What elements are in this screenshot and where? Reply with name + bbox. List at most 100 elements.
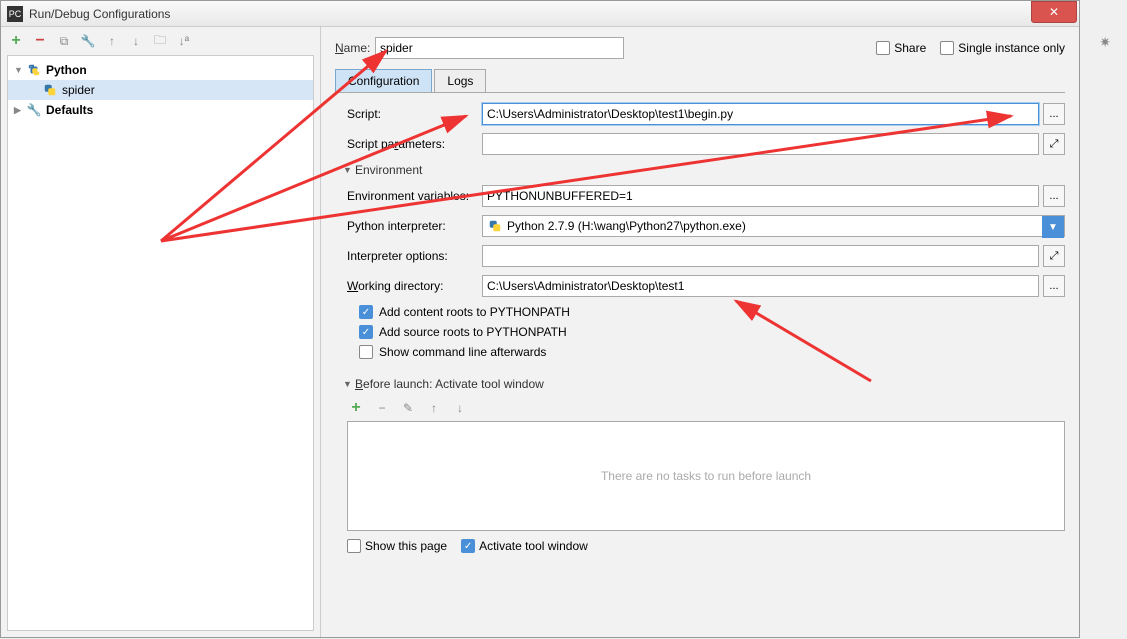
tree-label: spider	[62, 83, 95, 97]
script-row: Script: ...	[347, 103, 1065, 125]
copy-config-button[interactable]: ⧉	[55, 32, 73, 50]
show-cmdline-checkbox[interactable]: Show command line afterwards	[359, 345, 1065, 359]
window-title: Run/Debug Configurations	[29, 7, 1031, 21]
python-icon	[487, 218, 503, 234]
name-row: Name: Share Single instance only	[335, 37, 1065, 59]
activate-tool-label: Activate tool window	[479, 539, 588, 553]
environment-label: Environment	[355, 163, 422, 177]
single-instance-label: Single instance only	[958, 41, 1065, 55]
envvars-row: Environment variables: ...	[347, 185, 1065, 207]
settings-button[interactable]: 🔧	[79, 32, 97, 50]
add-config-button[interactable]: +	[7, 32, 25, 50]
wrench-icon: 🔧	[26, 102, 42, 118]
edit-task-button[interactable]: ✎	[399, 399, 417, 417]
content-roots-checkbox[interactable]: ✓ Add content roots to PYTHONPATH	[359, 305, 1065, 319]
tasks-list: There are no tasks to run before launch	[347, 421, 1065, 531]
share-checkbox[interactable]: Share	[876, 41, 926, 55]
close-icon: ✕	[1049, 5, 1059, 19]
show-cmdline-label: Show command line afterwards	[379, 345, 546, 359]
activate-tool-checkbox[interactable]: ✓ Activate tool window	[461, 539, 588, 553]
app-icon: PC	[7, 6, 23, 22]
interpreter-label: Python interpreter:	[347, 219, 482, 233]
expand-params-button[interactable]: ⤢	[1043, 133, 1065, 155]
checkbox-icon: ✓	[359, 305, 373, 319]
python-icon	[42, 82, 58, 98]
sidebar-toolbar: + − ⧉ 🔧 ↑ ↓ 🗀 ↓ª	[1, 27, 320, 55]
script-input[interactable]	[482, 103, 1039, 125]
collapse-icon: ▼	[343, 165, 355, 175]
remove-config-button[interactable]: −	[31, 32, 49, 50]
tree-node-python[interactable]: ▼ Python	[8, 60, 313, 80]
envvars-input[interactable]	[482, 185, 1039, 207]
interpreter-select[interactable]: Python 2.7.9 (H:\wang\Python27\python.ex…	[482, 215, 1065, 237]
tree-label: Defaults	[46, 103, 93, 117]
browse-workdir-button[interactable]: ...	[1043, 275, 1065, 297]
config-tree: ▼ Python spider ▶ 🔧 Defaults	[7, 55, 314, 631]
script-label: Script:	[347, 107, 482, 121]
footer: Show this page ✓ Activate tool window	[335, 531, 1065, 561]
main-panel: Name: Share Single instance only Configu…	[321, 27, 1079, 637]
checkbox-icon	[940, 41, 954, 55]
workdir-input[interactable]	[482, 275, 1039, 297]
interp-options-row: Interpreter options: ⤢	[347, 245, 1065, 267]
source-roots-label: Add source roots to PYTHONPATH	[379, 325, 567, 339]
dialog-window: PC Run/Debug Configurations ✕ + − ⧉ 🔧 ↑ …	[0, 0, 1080, 638]
workdir-label: Working directory:	[347, 279, 482, 293]
script-params-row: Script parameters: ⤢	[347, 133, 1065, 155]
remove-task-button[interactable]: −	[373, 399, 391, 417]
python-icon	[26, 62, 42, 78]
workdir-row: Working directory: ...	[347, 275, 1065, 297]
tree-label: Python	[46, 63, 87, 77]
checkbox-icon: ✓	[461, 539, 475, 553]
sidebar: + − ⧉ 🔧 ↑ ↓ 🗀 ↓ª ▼ Python spider	[1, 27, 321, 637]
single-instance-checkbox[interactable]: Single instance only	[940, 41, 1065, 55]
show-page-label: Show this page	[365, 539, 447, 553]
content-roots-label: Add content roots to PYTHONPATH	[379, 305, 570, 319]
checkbox-icon	[359, 345, 373, 359]
name-label: Name:	[335, 41, 375, 55]
titlebar: PC Run/Debug Configurations ✕	[1, 1, 1079, 27]
tab-configuration[interactable]: Configuration	[335, 69, 432, 92]
interpreter-row: Python interpreter: Python 2.7.9 (H:\wan…	[347, 215, 1065, 237]
config-tabs: Configuration Logs	[335, 69, 1065, 93]
ide-settings-icon[interactable]: ✷	[1099, 34, 1111, 51]
task-up-button[interactable]: ↑	[425, 399, 443, 417]
task-down-button[interactable]: ↓	[451, 399, 469, 417]
environment-section-header[interactable]: ▼ Environment	[343, 163, 1065, 177]
expand-icon: ▼	[14, 65, 26, 75]
folder-button[interactable]: 🗀	[151, 32, 169, 50]
close-button[interactable]: ✕	[1031, 1, 1077, 23]
collapse-icon: ▼	[343, 379, 355, 389]
dialog-body: + − ⧉ 🔧 ↑ ↓ 🗀 ↓ª ▼ Python spider	[1, 27, 1079, 637]
script-params-label: Script parameters:	[347, 137, 482, 151]
tree-node-spider[interactable]: spider	[8, 80, 313, 100]
tasks-toolbar: + − ✎ ↑ ↓	[347, 399, 1065, 417]
checkbox-icon: ✓	[359, 325, 373, 339]
envvars-label: Environment variables:	[347, 189, 482, 203]
source-roots-checkbox[interactable]: ✓ Add source roots to PYTHONPATH	[359, 325, 1065, 339]
browse-envvars-button[interactable]: ...	[1043, 185, 1065, 207]
name-input[interactable]	[375, 37, 624, 59]
interp-options-label: Interpreter options:	[347, 249, 482, 263]
browse-script-button[interactable]: ...	[1043, 103, 1065, 125]
tab-logs[interactable]: Logs	[434, 69, 486, 92]
before-launch-header[interactable]: ▼ Before launch: Activate tool window	[343, 377, 1065, 391]
before-launch-label: Before launch: Activate tool window	[355, 377, 544, 391]
expand-interp-options-button[interactable]: ⤢	[1043, 245, 1065, 267]
add-task-button[interactable]: +	[347, 399, 365, 417]
tree-node-defaults[interactable]: ▶ 🔧 Defaults	[8, 100, 313, 120]
sort-button[interactable]: ↓ª	[175, 32, 193, 50]
interp-options-input[interactable]	[482, 245, 1039, 267]
script-params-input[interactable]	[482, 133, 1039, 155]
checkbox-icon	[347, 539, 361, 553]
move-down-button[interactable]: ↓	[127, 32, 145, 50]
show-page-checkbox[interactable]: Show this page	[347, 539, 447, 553]
form-area: Script: ... Script parameters: ⤢ ▼ Envir…	[335, 103, 1065, 531]
dropdown-icon: ▼	[1042, 216, 1064, 238]
checkbox-icon	[876, 41, 890, 55]
move-up-button[interactable]: ↑	[103, 32, 121, 50]
share-label: Share	[894, 41, 926, 55]
tasks-empty-message: There are no tasks to run before launch	[601, 469, 811, 483]
interpreter-value: Python 2.7.9 (H:\wang\Python27\python.ex…	[507, 219, 746, 233]
expand-icon: ▶	[14, 105, 26, 116]
